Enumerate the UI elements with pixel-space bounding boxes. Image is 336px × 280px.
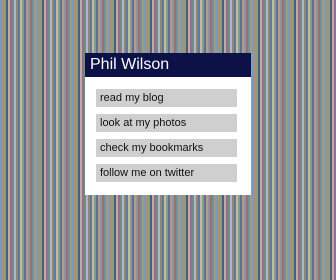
- photos-link[interactable]: look at my photos: [96, 114, 237, 132]
- blog-link[interactable]: read my blog: [96, 89, 237, 107]
- twitter-link[interactable]: follow me on twitter: [96, 164, 237, 182]
- bookmarks-link[interactable]: check my bookmarks: [96, 139, 237, 157]
- panel-title: Phil Wilson: [85, 53, 251, 77]
- profile-panel: Phil Wilson read my blog look at my phot…: [85, 53, 251, 195]
